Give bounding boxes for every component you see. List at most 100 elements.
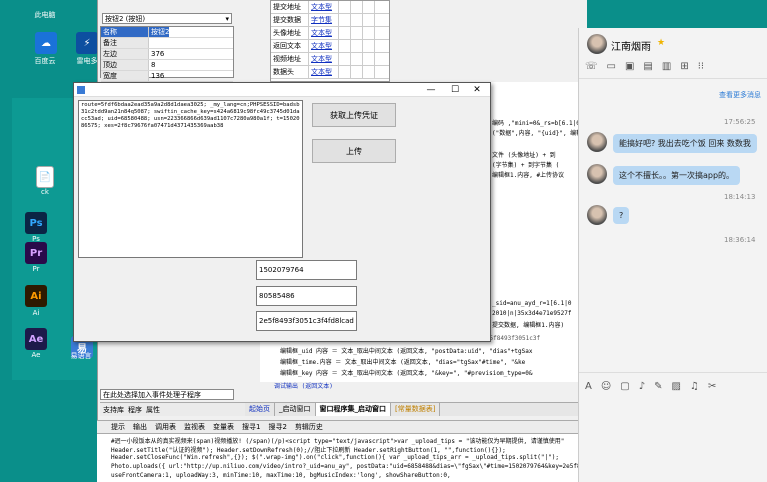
timestamp: 18:14:13 — [724, 193, 756, 201]
desktop-icon-leidian[interactable]: ⚡ — [76, 32, 98, 54]
property-row[interactable]: 左边 376 — [101, 49, 233, 60]
property-key: 备注 — [101, 38, 149, 48]
desktop-label-eyuyan: 易语言 — [70, 352, 92, 360]
maximize-button[interactable]: ☐ — [444, 83, 466, 97]
property-row[interactable]: 宽度 136 — [101, 71, 233, 82]
table-row[interactable]: 视频地址 文本型 — [271, 53, 389, 66]
code-line: 编辑框_uid 内容 ＝ 文本_取出中间文本 (返回文本, "postData:… — [280, 348, 533, 355]
property-row[interactable]: 名称 按钮2 — [101, 27, 233, 38]
tab-support-lib[interactable]: 支持库 — [103, 405, 124, 415]
variable-name: 视频地址 — [271, 53, 309, 65]
tab-watch[interactable]: 监视表 — [184, 422, 205, 432]
property-key: 顶边 — [101, 60, 149, 70]
variable-name: 数据头 — [271, 66, 309, 78]
variable-name: 提交数据 — [271, 14, 309, 26]
table-row[interactable]: 提交数据 字节集 — [271, 14, 389, 27]
message-bubble: ? — [613, 207, 630, 224]
desktop-label-ai: Ai — [32, 309, 40, 317]
video-icon[interactable]: ▭ — [607, 61, 616, 72]
timestamp: 17:56:25 — [724, 118, 756, 126]
code-line: 编辑框_key 内容 ＝ 文本_取出中间文本 (返回文本, "&key=", "… — [280, 370, 533, 377]
screen-share-icon[interactable]: ▣ — [625, 61, 634, 72]
tab-clip-history[interactable]: 剪辑历史 — [295, 422, 323, 432]
table-row[interactable]: 头像地址 文本型 — [271, 27, 389, 40]
tab-start-page[interactable]: 起始页 — [245, 403, 275, 416]
emoji-icon[interactable]: ☺ — [601, 381, 611, 392]
aftereffects-icon[interactable]: Ae — [25, 328, 47, 350]
time-field[interactable]: 1502079764 — [256, 260, 357, 280]
tab-variables[interactable]: 变量表 — [213, 422, 234, 432]
view-more-link[interactable]: 查看更多消息 — [719, 90, 761, 100]
message-input[interactable] — [579, 400, 767, 482]
code-line: 编辑框1.内容, #上传协议 — [492, 172, 565, 179]
event-select[interactable]: 在此处选择加入事件处理子程序 — [100, 389, 234, 400]
variable-type: 文本型 — [309, 1, 339, 13]
close-button[interactable]: ✕ — [466, 83, 488, 97]
remote-icon[interactable]: ▥ — [662, 61, 671, 72]
file-icon[interactable]: ▤ — [643, 61, 652, 72]
music-icon[interactable]: ♫ — [690, 381, 699, 392]
table-row[interactable]: 提交地址 文本型 — [271, 1, 389, 14]
variable-table: 提交地址 文本型 提交数据 字节集 头像地址 文本型 返回文本 文本型 视频地址 文本型 … — [270, 0, 390, 82]
output-line: #迥一小段饭本从的真实视频来(span)视频播放! (/span)(/p)<sc… — [111, 438, 565, 445]
tab-startup-window[interactable]: _启动窗口 — [275, 403, 316, 416]
table-row[interactable]: 返回文本 文本型 — [271, 40, 389, 53]
illustrator-icon[interactable]: Ai — [25, 285, 47, 307]
code-line: 编码 ,"mini=0&_rs=b[6.1|0|85 — [492, 120, 591, 127]
chat-window: 江南烟雨 ★ ☏ ▭ ▣ ▤ ▥ ⊞ ⁝⁝ 查看更多消息 17:56:25 能搞… — [578, 28, 767, 482]
get-upload-token-button[interactable]: 获取上传凭证 — [312, 103, 396, 127]
variable-type: 文本型 — [309, 40, 339, 52]
output-line: Header.setTitle("认证的视频"); Header.setDown… — [111, 447, 506, 454]
table-row[interactable]: 数据头 文本型 — [271, 66, 389, 79]
tab-program[interactable]: 程序 — [128, 405, 142, 415]
font-icon[interactable]: A — [585, 381, 592, 392]
desktop-label-pr: Pr — [32, 265, 40, 273]
photoshop-icon[interactable]: Ps — [25, 212, 47, 234]
variable-type: 文本型 — [309, 66, 339, 78]
desktop-label-ae: Ae — [31, 351, 41, 359]
property-row[interactable]: 备注 — [101, 38, 233, 49]
tab-call-stack[interactable]: 调用表 — [155, 422, 176, 432]
document-icon[interactable]: 📄 — [36, 166, 54, 188]
premiere-icon[interactable]: Pr — [25, 242, 47, 264]
gif-icon[interactable]: ▢ — [620, 381, 629, 392]
tab-search2[interactable]: 搜寻2 — [268, 422, 286, 432]
dialog-titlebar[interactable]: — ☐ ✕ — [74, 83, 490, 97]
chat-divider — [579, 78, 767, 79]
scissors-icon[interactable]: ✂ — [708, 381, 716, 392]
desktop-icon-baiduyun[interactable]: ☁ — [35, 32, 57, 54]
property-key: 名称 — [101, 27, 149, 37]
property-value: 136 — [151, 72, 165, 80]
property-row[interactable]: 顶边 8 — [101, 60, 233, 71]
component-select[interactable]: 按钮2 (按钮) ▾ — [102, 13, 232, 24]
tab-properties[interactable]: 属性 — [146, 405, 160, 415]
phone-icon[interactable]: ☏ — [585, 61, 598, 72]
image-icon[interactable]: ▨ — [672, 381, 681, 392]
property-key: 宽度 — [101, 71, 149, 81]
uid-field[interactable]: 80585486 — [256, 286, 357, 306]
apps-icon[interactable]: ⁝⁝ — [698, 61, 704, 72]
minimize-button[interactable]: — — [420, 83, 442, 97]
tab-constants[interactable]: [常量数据表] — [391, 403, 441, 416]
variable-name: 返回文本 — [271, 40, 309, 52]
avatar — [587, 132, 607, 152]
cookie-textbox[interactable]: route=5fdf6bdaa2ead35a9a2d8d1daea3025; _… — [78, 100, 303, 258]
voice-icon[interactable]: ♪ — [639, 381, 645, 392]
output-line: Header.setCloseFunc("Win.refresh",{}); $… — [111, 454, 559, 461]
avatar — [587, 164, 607, 184]
star-icon: ★ — [657, 38, 666, 48]
key-field[interactable]: 2e5f8493f3051c3f4fd8lcad — [256, 311, 357, 331]
upload-button[interactable]: 上传 — [312, 139, 396, 163]
code-line: 文件 (头像地址) + 到 — [492, 152, 556, 159]
desktop-label-this-pc: 此电脑 — [34, 11, 56, 19]
tab-output[interactable]: 输出 — [133, 422, 147, 432]
add-icon[interactable]: ⊞ — [680, 61, 688, 72]
message-bubble: 能搞好吧? 我出去吃个饭 回来 数数我 — [613, 134, 757, 153]
component-select-value: 按钮2 (按钮) — [105, 15, 146, 23]
tab-window-assembly[interactable]: 窗口程序集_启动窗口 — [315, 403, 391, 416]
property-key: 左边 — [101, 49, 149, 59]
tab-search1[interactable]: 搜寻1 — [242, 422, 260, 432]
edit-icon[interactable]: ✎ — [654, 381, 662, 392]
output-panel[interactable]: #迥一小段饭本从的真实视频来(span)视频播放! (/span)(/p)<sc… — [97, 434, 628, 482]
tab-tips[interactable]: 提示 — [111, 422, 125, 432]
